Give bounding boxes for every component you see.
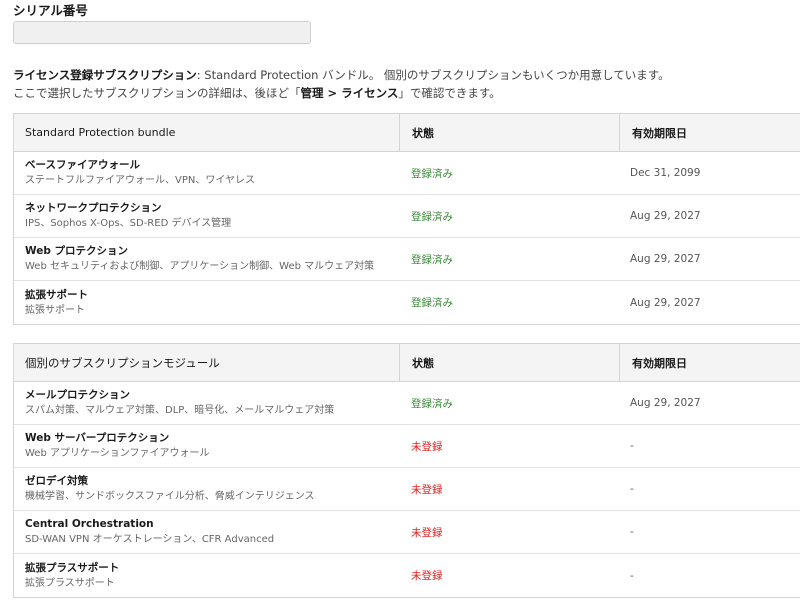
status-badge: 登録済み — [411, 253, 453, 266]
subscription-description: 機械学習、サンドボックスファイル分析、脅威インテリジェンス — [25, 491, 315, 502]
intro-line2-bold: 管理 > ライセンス — [300, 86, 399, 100]
subscription-name: ネットワークプロテクション — [25, 202, 162, 214]
subscription-cell: Central Orchestration SD-WAN VPN オーケストレーシ… — [14, 511, 399, 553]
subscription-cell: Web プロテクション Web セキュリティおよび制御、アプリケーション制御、We… — [14, 238, 399, 280]
intro-line-2: ここで選択したサブスクリプションの詳細は、後ほど「管理 > ライセンス」で確認で… — [13, 84, 670, 102]
subscription-description: SD-WAN VPN オーケストレーション、CFR Advanced — [25, 534, 275, 545]
subscription-name: Web プロテクション — [25, 245, 129, 257]
expiry-date: Aug 29, 2027 — [630, 210, 701, 222]
subscription-name: 拡張プラスサポート — [25, 561, 120, 574]
module-column-name: 個別のサブスクリプションモジュール — [14, 344, 400, 381]
subscription-cell: ベースファイアウォールステートフルファイアウォール、VPN、ワイヤレス — [14, 152, 399, 194]
bundle-column-status: 状態 — [400, 114, 620, 151]
expiry-date: Aug 29, 2027 — [630, 397, 701, 409]
subscription-description: ステートフルファイアウォール、VPN、ワイヤレス — [25, 175, 256, 186]
subscription-name: Central Orchestration — [25, 518, 154, 530]
intro-line-1: ライセンス登録サブスクリプション: Standard Protection バン… — [13, 66, 670, 84]
subscription-description: 拡張プラスサポート — [25, 577, 115, 589]
serial-number-input[interactable] — [13, 21, 311, 44]
subscription-name: Web サーバープロテクション — [25, 432, 170, 444]
expiry-date: Aug 29, 2027 — [630, 296, 701, 309]
status-badge: 登録済み — [411, 167, 453, 180]
status-badge: 登録済み — [411, 210, 453, 223]
table-row: Central Orchestration SD-WAN VPN オーケストレーシ… — [14, 511, 800, 554]
status-badge: 登録済み — [411, 297, 453, 309]
module-table-header: 個別のサブスクリプションモジュール 状態 有効期限日 — [14, 344, 800, 382]
status-badge: 登録済み — [411, 397, 453, 410]
table-row: メールプロテクションスパム対策、マルウェア対策、DLP、暗号化、メールマルウェア… — [14, 382, 800, 425]
table-row: ゼロデイ対策 機械学習、サンドボックスファイル分析、脅威インテリジェンス 未登録 - — [14, 468, 800, 511]
expiry-date: Dec 31, 2099 — [630, 167, 701, 179]
subscription-name: ゼロデイ対策 — [25, 475, 88, 487]
bundle-table-body: ベースファイアウォール ステートフルファイアウォール、VPN、ワイヤレス 登録済み D… — [14, 152, 800, 324]
subscription-cell: ゼロデイ対策機械学習、サンドボックスファイル分析、脅威インテリジェンス — [14, 468, 399, 510]
status-badge: 未登録 — [411, 483, 443, 496]
intro-text: ライセンス登録サブスクリプション: Standard Protection バン… — [13, 66, 670, 102]
expiry-date: - — [630, 526, 634, 538]
module-column-expiry: 有効期限日 — [632, 356, 687, 370]
subscription-description: 拡張サポート — [25, 304, 85, 316]
intro-line1-bold: ライセンス登録サブスクリプション — [13, 68, 197, 82]
subscription-cell: Web サーバープロテクション Web アプリケーションファイアウォール — [14, 425, 399, 467]
bundle-column-expiry: 有効期限日 — [632, 126, 687, 140]
expiry-date: - — [630, 483, 634, 495]
status-badge: 未登録 — [411, 570, 443, 582]
subscription-name: ベースファイアウォール — [25, 159, 140, 171]
expiry-date: - — [630, 440, 634, 452]
intro-line2-pre: ここで選択したサブスクリプションの詳細は、後ほど「 — [13, 86, 301, 100]
table-row: 拡張サポート 拡張サポート 登録済み Aug 29, 2027 — [14, 281, 800, 324]
subscription-description: Web セキュリティおよび制御、アプリケーション制御、Web マルウェア対策 — [25, 261, 375, 272]
table-row: ネットワークプロテクション IPS、Sophos X-Ops、SD-RED デバイ… — [14, 195, 800, 238]
subscription-description: IPS、Sophos X-Ops、SD-RED デバイス管理 — [25, 218, 232, 229]
subscription-name: 拡張サポート — [25, 288, 88, 301]
table-row: 拡張プラスサポート 拡張プラスサポート 未登録 - — [14, 554, 800, 597]
module-table-body: メールプロテクションスパム対策、マルウェア対策、DLP、暗号化、メールマルウェア… — [14, 382, 800, 597]
subscription-cell: 拡張プラスサポート 拡張プラスサポート — [14, 554, 399, 597]
subscription-cell: メールプロテクションスパム対策、マルウェア対策、DLP、暗号化、メールマルウェア… — [14, 382, 399, 424]
status-badge: 未登録 — [411, 440, 443, 453]
serial-number-label: シリアル番号 — [13, 3, 88, 18]
intro-line2-post: 」で確認できます。 — [398, 86, 501, 100]
module-table: 個別のサブスクリプションモジュール 状態 有効期限日 メールプロテクションスパム… — [13, 343, 800, 598]
table-row: Web サーバープロテクション Web アプリケーションファイアウォール 未登録 - — [14, 425, 800, 468]
subscription-description: スパム対策、マルウェア対策、DLP、暗号化、メールマルウェア対策 — [25, 405, 335, 416]
subscription-cell: ネットワークプロテクション IPS、Sophos X-Ops、SD-RED デバイ… — [14, 195, 399, 237]
subscription-cell: 拡張サポート 拡張サポート — [14, 281, 399, 324]
table-row: ベースファイアウォール ステートフルファイアウォール、VPN、ワイヤレス 登録済み D… — [14, 152, 800, 195]
subscription-description: Web アプリケーションファイアウォール — [25, 448, 210, 459]
subscription-name: メールプロテクション — [25, 389, 130, 401]
bundle-table: Standard Protection bundle 状態 有効期限日 ベースフ… — [13, 113, 800, 325]
intro-line1-rest: : Standard Protection バンドル。 個別のサブスクリプション… — [196, 68, 670, 82]
expiry-date: Aug 29, 2027 — [630, 253, 701, 265]
bundle-column-name: Standard Protection bundle — [14, 114, 400, 151]
module-column-status: 状態 — [400, 344, 620, 381]
bundle-table-header: Standard Protection bundle 状態 有効期限日 — [14, 114, 800, 152]
status-badge: 未登録 — [411, 526, 443, 539]
expiry-date: - — [630, 569, 634, 582]
table-row: Web プロテクション Web セキュリティおよび制御、アプリケーション制御、We… — [14, 238, 800, 281]
